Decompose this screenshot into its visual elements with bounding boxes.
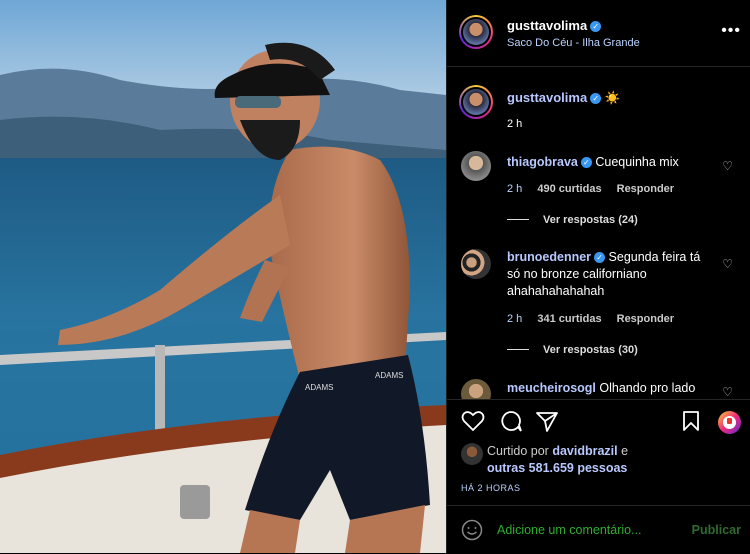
- liker-username[interactable]: davidbrazil: [552, 444, 617, 458]
- author-username[interactable]: gusttavolima: [507, 18, 587, 33]
- post-photo[interactable]: ADAMS ADAMS: [0, 0, 446, 553]
- caption-time: 2 h: [507, 118, 523, 130]
- comment-username[interactable]: brunoedenner: [507, 250, 591, 264]
- commenter-avatar[interactable]: [461, 151, 491, 181]
- view-replies-button[interactable]: Ver respostas (24): [507, 214, 638, 226]
- comment-text: Cuequinha mix: [595, 155, 679, 169]
- more-icon[interactable]: •••: [721, 22, 741, 40]
- liker-avatar[interactable]: [461, 443, 483, 465]
- share-icon[interactable]: [535, 410, 559, 432]
- svg-text:ADAMS: ADAMS: [375, 371, 403, 380]
- comment-meta: 2 h 341 curtidas Responder: [507, 313, 674, 325]
- verified-icon: ✓: [590, 21, 602, 32]
- likes-others-link[interactable]: outras 581.659 pessoas: [487, 461, 627, 475]
- bookmark-icon[interactable]: [681, 410, 701, 432]
- reply-button[interactable]: Responder: [617, 183, 674, 195]
- comment-time[interactable]: 2 h: [507, 183, 522, 195]
- action-bar: [447, 399, 750, 444]
- heart-icon[interactable]: [461, 410, 485, 432]
- comment-username[interactable]: thiagobrava: [507, 155, 578, 169]
- comment-time[interactable]: 2 h: [507, 313, 522, 325]
- likes-connector: e: [621, 444, 629, 458]
- comment-like-icon[interactable]: ♡: [722, 385, 733, 399]
- commenter-avatar[interactable]: [461, 379, 491, 399]
- post-header: gusttavolima ✓ Saco Do Céu - Ilha Grande …: [447, 0, 750, 67]
- post-location[interactable]: Saco Do Céu - Ilha Grande: [507, 37, 640, 49]
- likes-prefix: Curtido por: [487, 444, 549, 458]
- publish-button[interactable]: Publicar: [692, 523, 741, 537]
- comment-item: brunoedenner ✓ Segunda feira tá só no bro…: [461, 249, 741, 359]
- caption-text: ☀️: [604, 91, 621, 105]
- comment-item: thiagobrava ✓ Cuequinha mix ♡ 2 h 490 cur…: [461, 151, 741, 231]
- view-replies-button[interactable]: Ver respostas (30): [507, 344, 638, 356]
- comment-username[interactable]: meucheirosogl: [507, 381, 596, 395]
- comment-text: Olhando pro lado: [599, 381, 696, 395]
- reply-button[interactable]: Responder: [617, 313, 674, 325]
- comment-likes[interactable]: 490 curtidas: [537, 183, 601, 195]
- verified-icon: ✓: [590, 93, 602, 104]
- comment-input[interactable]: Adicione um comentário...: [497, 523, 642, 537]
- post-time-ago[interactable]: HÁ 2 HORAS: [461, 483, 521, 493]
- verified-icon: ✓: [594, 252, 606, 263]
- comment-meta: 2 h 490 curtidas Responder: [507, 183, 674, 195]
- comment-item: meucheirosogl Olhando pro lado ♡: [461, 379, 741, 399]
- caption-username[interactable]: gusttavolima: [507, 90, 587, 105]
- story-share-icon[interactable]: [718, 411, 741, 434]
- svg-text:ADAMS: ADAMS: [305, 383, 333, 392]
- comment-like-icon[interactable]: ♡: [722, 159, 733, 173]
- add-comment-bar: Adicione um comentário... Publicar: [447, 505, 750, 554]
- comments-list[interactable]: gusttavolima ✓ ☀️ 2 h thiagobrava ✓ Cuequi…: [447, 67, 750, 399]
- comment-like-icon[interactable]: ♡: [722, 257, 733, 271]
- comment-likes[interactable]: 341 curtidas: [537, 313, 601, 325]
- commenter-avatar[interactable]: [461, 249, 491, 279]
- author-avatar[interactable]: [459, 85, 493, 119]
- author-avatar[interactable]: [459, 15, 493, 49]
- comment-icon[interactable]: [499, 410, 523, 432]
- verified-icon: ✓: [580, 157, 592, 168]
- emoji-icon[interactable]: [461, 519, 483, 541]
- post-sidebar: gusttavolima ✓ Saco Do Céu - Ilha Grande …: [446, 0, 750, 553]
- post-image: ADAMS ADAMS: [0, 0, 446, 553]
